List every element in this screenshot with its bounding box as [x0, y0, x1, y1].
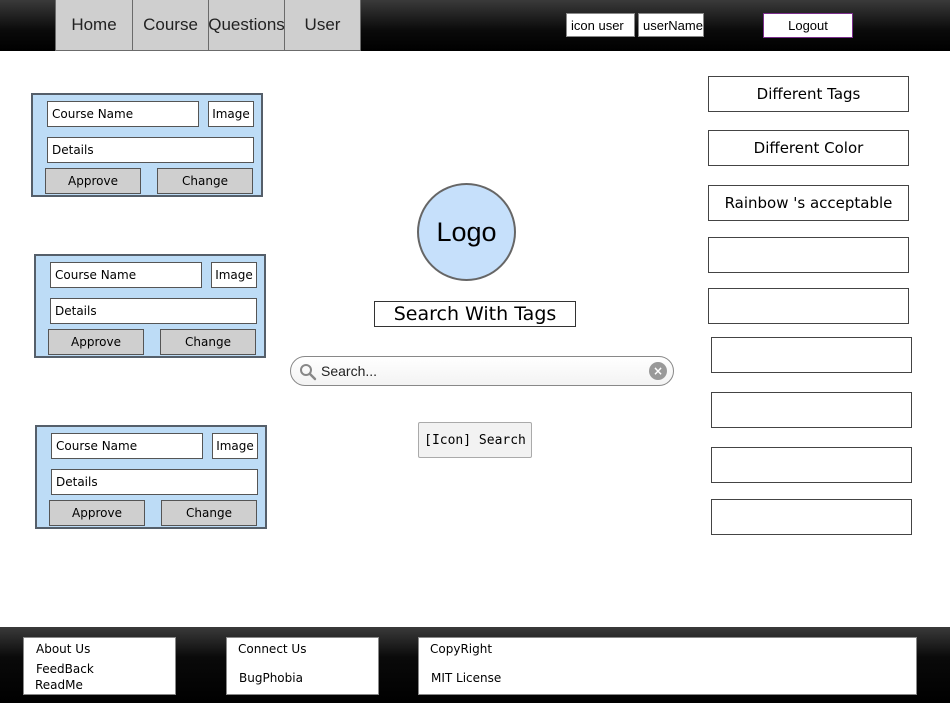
connect-us-link[interactable]: Connect Us	[238, 642, 306, 656]
course-image[interactable]: Image	[211, 262, 257, 288]
search-input[interactable]	[321, 361, 641, 381]
tab-questions[interactable]: Questions	[208, 0, 285, 51]
tag-item[interactable]: Different Color	[708, 130, 909, 166]
search-with-tags-title: Search With Tags	[374, 301, 576, 327]
search-icon	[299, 363, 317, 381]
course-name-field[interactable]: Course Name	[50, 262, 202, 288]
user-icon-placeholder: icon user	[566, 13, 635, 37]
search-button[interactable]: [Icon] Search	[418, 422, 532, 458]
course-details-field[interactable]: Details	[51, 469, 258, 495]
readme-link[interactable]: ReadMe	[35, 678, 83, 692]
tag-item[interactable]	[708, 288, 909, 324]
copyright-text: CopyRight	[430, 642, 493, 656]
approve-button[interactable]: Approve	[49, 500, 145, 526]
mit-license-link[interactable]: MIT License	[431, 671, 501, 685]
tag-item[interactable]	[711, 499, 912, 535]
course-details-field[interactable]: Details	[47, 137, 254, 163]
tag-item[interactable]	[711, 392, 912, 428]
logo: Logo	[417, 183, 516, 281]
feedback-link[interactable]: FeedBack	[36, 662, 94, 676]
approve-button[interactable]: Approve	[45, 168, 141, 194]
tag-item[interactable]	[711, 337, 912, 373]
course-card: Course Name Image Details Approve Change	[31, 93, 263, 197]
search-bar: ×	[290, 356, 674, 386]
tab-user[interactable]: User	[284, 0, 361, 51]
bugphobia-link[interactable]: BugPhobia	[239, 671, 303, 685]
tag-item[interactable]	[708, 237, 909, 273]
clear-icon[interactable]: ×	[649, 362, 667, 380]
footer-connect-box: Connect Us BugPhobia	[226, 637, 379, 695]
course-image[interactable]: Image	[208, 101, 254, 127]
tag-item[interactable]: Different Tags	[708, 76, 909, 112]
change-button[interactable]: Change	[160, 329, 256, 355]
footer-copyright-box: CopyRight MIT License	[418, 637, 917, 695]
course-card: Course Name Image Details Approve Change	[34, 254, 266, 358]
footer: About Us FeedBack ReadMe Connect Us BugP…	[0, 627, 950, 703]
change-button[interactable]: Change	[161, 500, 257, 526]
course-name-field[interactable]: Course Name	[51, 433, 203, 459]
tab-home[interactable]: Home	[55, 0, 133, 51]
footer-about-box: About Us FeedBack ReadMe	[23, 637, 176, 695]
approve-button[interactable]: Approve	[48, 329, 144, 355]
course-details-field[interactable]: Details	[50, 298, 257, 324]
tab-course[interactable]: Course	[132, 0, 209, 51]
change-button[interactable]: Change	[157, 168, 253, 194]
about-us-link[interactable]: About Us	[36, 642, 90, 656]
logout-button[interactable]: Logout	[763, 13, 853, 38]
course-card: Course Name Image Details Approve Change	[35, 425, 267, 529]
course-image[interactable]: Image	[212, 433, 258, 459]
course-name-field[interactable]: Course Name	[47, 101, 199, 127]
user-name: userName	[638, 13, 704, 37]
tag-item[interactable]	[711, 447, 912, 483]
tag-item[interactable]: Rainbow 's acceptable	[708, 185, 909, 221]
top-nav-bar: Home Course Questions User icon user use…	[0, 0, 950, 51]
